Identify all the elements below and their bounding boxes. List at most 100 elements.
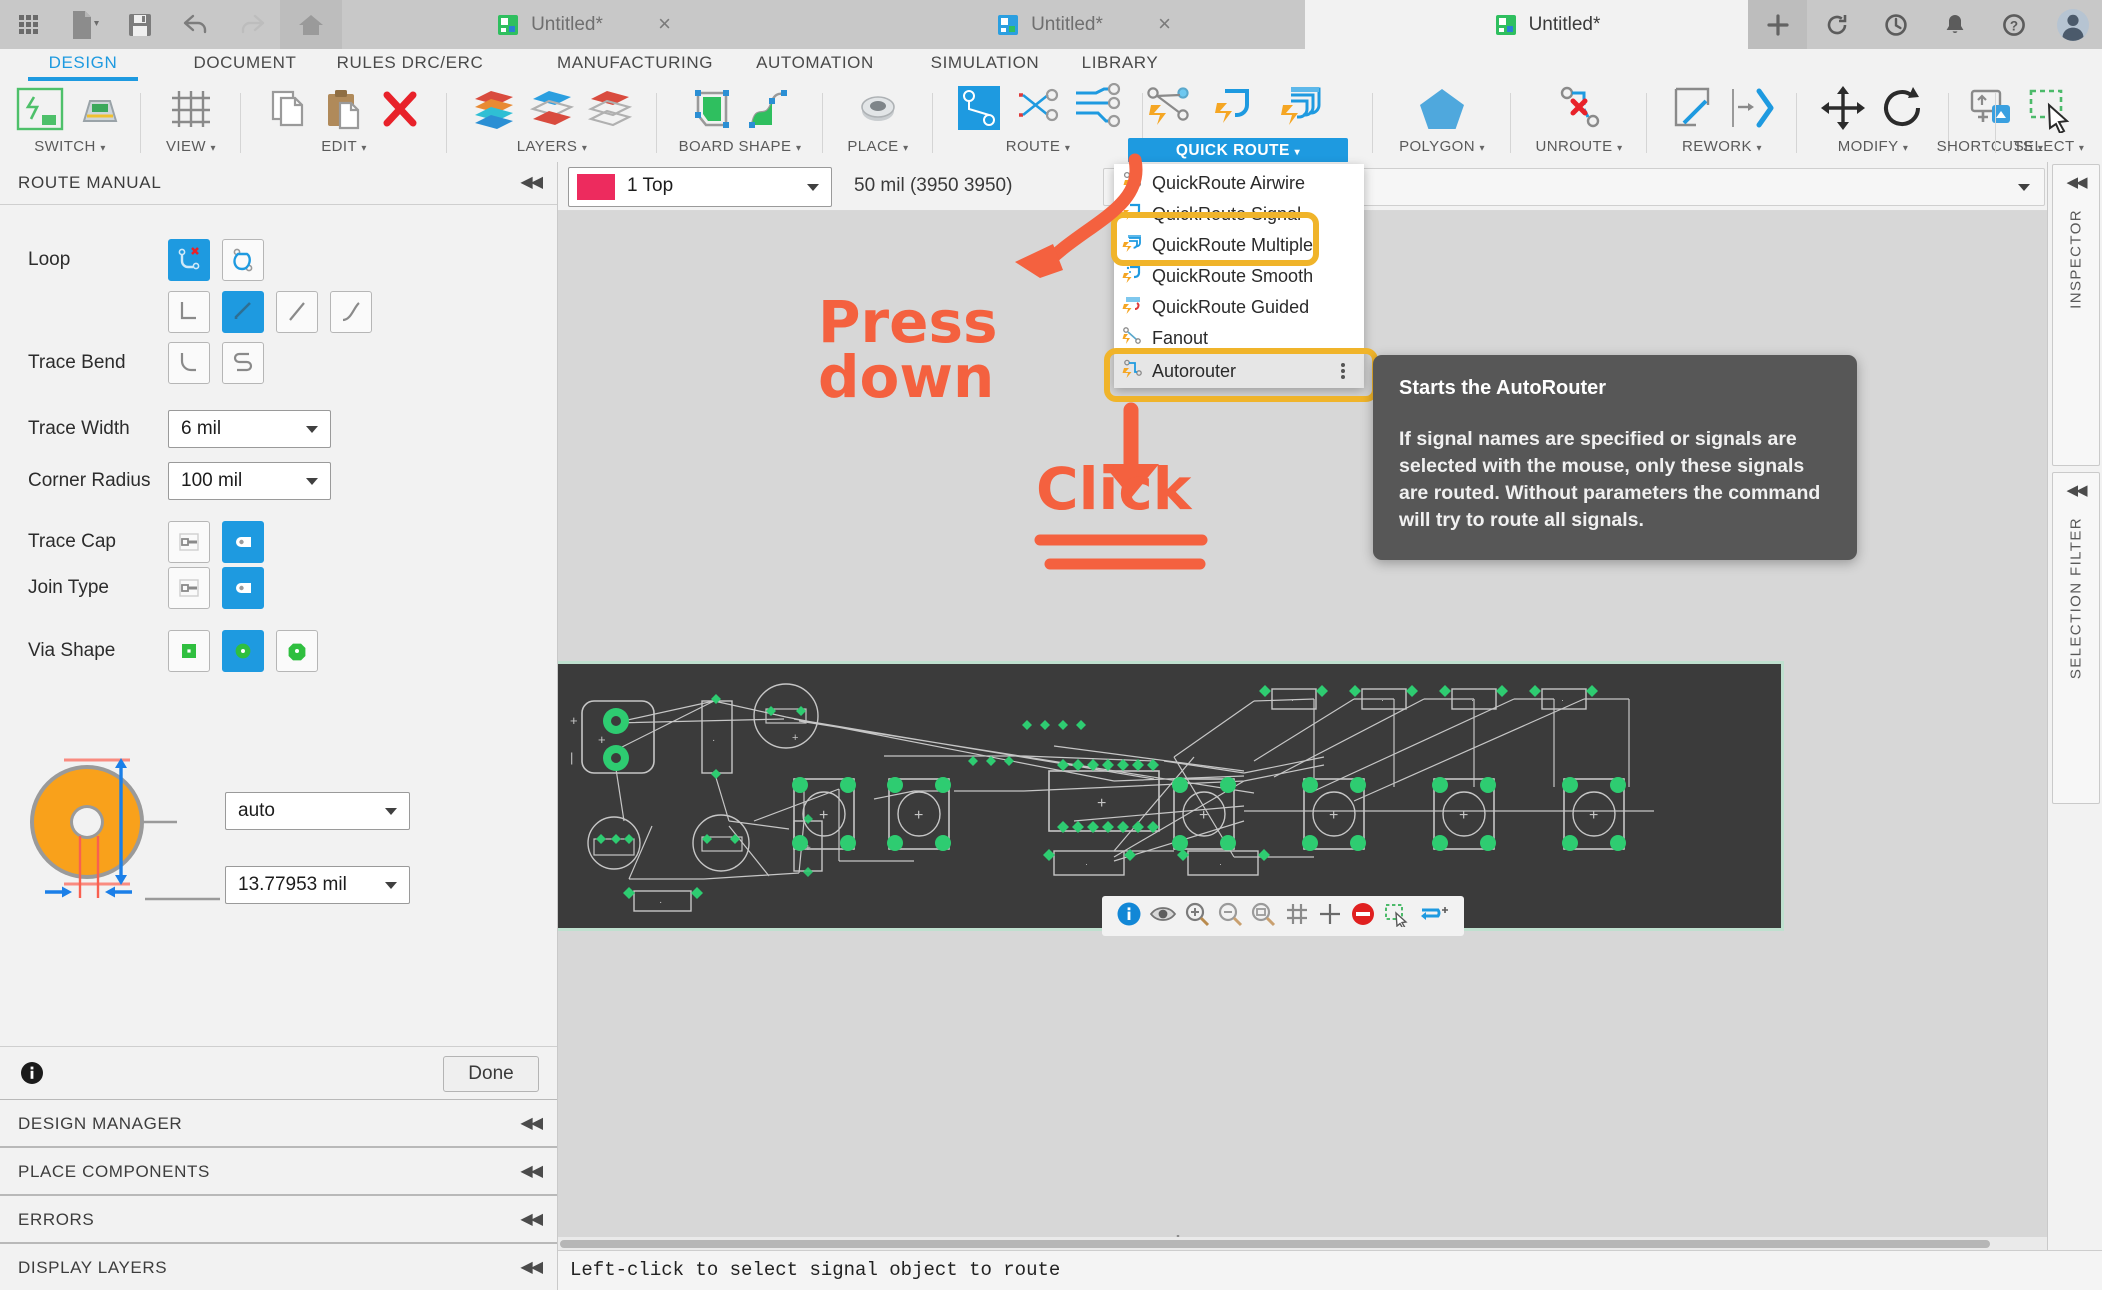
ribbon-tab-rules[interactable]: RULES DRC/ERC — [300, 49, 520, 81]
cap-flat-icon[interactable] — [168, 521, 210, 563]
quickroute-airwire-icon[interactable] — [1139, 83, 1201, 138]
redo-icon[interactable] — [224, 0, 280, 49]
ribbon-group-label[interactable]: BOARD SHAPE ▾ — [662, 138, 818, 158]
canvas-horizontal-scrollbar[interactable] — [558, 1237, 2048, 1251]
document-tab-2[interactable]: Untitled* × — [909, 0, 1191, 49]
active-layer-select[interactable]: 1 Top — [568, 167, 832, 207]
crosshair-icon[interactable] — [1317, 901, 1343, 932]
refresh-icon[interactable] — [1807, 0, 1866, 49]
loop-keep-icon[interactable] — [222, 239, 264, 281]
place-component-icon[interactable] — [853, 85, 903, 138]
collapse-left-icon[interactable]: ◀◀ — [520, 172, 541, 192]
cap-round-icon[interactable] — [222, 521, 264, 563]
corner-radius-select[interactable]: 100 mil — [168, 462, 331, 500]
ribbon-group-label[interactable]: UNROUTE ▾ — [1516, 138, 1642, 158]
close-icon[interactable]: × — [658, 15, 671, 33]
join-flat-icon[interactable] — [168, 567, 210, 609]
collapse-left-icon[interactable]: ◀◀ — [520, 1161, 541, 1181]
apps-grid-icon[interactable] — [0, 0, 56, 49]
collapse-left-icon[interactable]: ◀◀ — [520, 1209, 541, 1229]
via-round-icon[interactable] — [222, 630, 264, 672]
route-trace-icon[interactable] — [954, 83, 1004, 138]
via-square-icon[interactable] — [168, 630, 210, 672]
ribbon-group-label[interactable]: POLYGON ▾ — [1378, 138, 1506, 158]
paste-icon[interactable] — [320, 85, 368, 138]
board-curve-icon[interactable] — [744, 85, 792, 138]
document-tab-1[interactable]: Untitled* × — [409, 0, 691, 49]
move-icon[interactable] — [1817, 83, 1869, 138]
visibility-eye-icon[interactable] — [1149, 903, 1177, 930]
ribbon-tab-library[interactable]: LIBRARY — [1040, 49, 1200, 81]
accordion-display-layers[interactable]: DISPLAY LAYERS ◀◀ — [0, 1243, 557, 1290]
layer-stack-icon[interactable] — [469, 85, 519, 138]
document-tab-3[interactable]: Untitled* × — [1305, 0, 1790, 49]
grid-icon[interactable] — [1284, 901, 1310, 932]
save-icon[interactable] — [112, 0, 168, 49]
ribbon-group-label[interactable]: EDIT ▾ — [246, 138, 442, 158]
pcb-board-view[interactable]: + + | · + — [558, 661, 1784, 931]
layer-display-icon[interactable] — [585, 85, 635, 138]
ribbon-group-label[interactable]: LAYERS ▾ — [452, 138, 652, 158]
accordion-design-manager[interactable]: DESIGN MANAGER ◀◀ — [0, 1099, 557, 1147]
home-icon[interactable] — [280, 0, 342, 49]
menu-item-autorouter[interactable]: Autorouter — [1114, 354, 1364, 388]
inspector-panel-collapsed[interactable]: ◀◀ INSPECTOR — [2052, 164, 2100, 466]
quickroute-multiple-icon[interactable] — [1275, 83, 1337, 138]
rework-bend-icon[interactable] — [1726, 83, 1778, 138]
help-icon[interactable]: ? — [1984, 0, 2043, 49]
layer-select-icon[interactable] — [527, 85, 577, 138]
delete-icon[interactable] — [376, 85, 424, 138]
via-octagon-icon[interactable] — [276, 630, 318, 672]
notifications-bell-icon[interactable] — [1925, 0, 1984, 49]
bend-curve-icon[interactable] — [330, 291, 372, 333]
select-marquee-icon[interactable] — [2023, 83, 2075, 138]
switch-to-board-icon[interactable] — [74, 85, 126, 138]
done-button[interactable]: Done — [443, 1056, 539, 1092]
zoom-in-icon[interactable] — [1184, 901, 1210, 932]
via-diameter-select[interactable]: auto — [225, 792, 410, 830]
overflow-menu-icon[interactable] — [1340, 361, 1346, 381]
new-document-icon[interactable] — [56, 0, 112, 49]
marquee-select-icon[interactable] — [1383, 901, 1411, 932]
ribbon-tab-design[interactable]: DESIGN — [18, 49, 148, 81]
ratsnest-icon[interactable] — [1012, 83, 1062, 138]
user-avatar-icon[interactable] — [2043, 0, 2102, 49]
grid-view-icon[interactable] — [166, 85, 216, 138]
trace-width-select[interactable]: 6 mil — [168, 410, 331, 448]
copy-icon[interactable] — [264, 85, 312, 138]
quickroute-signal-icon[interactable] — [1209, 83, 1267, 138]
new-tab-button[interactable] — [1748, 0, 1807, 49]
via-drill-select[interactable]: 13.77953 mil — [225, 866, 410, 904]
zoom-fit-icon[interactable] — [1250, 901, 1276, 932]
board-outline-icon[interactable] — [688, 85, 736, 138]
collapse-right-icon[interactable]: ◀◀ — [2066, 173, 2085, 191]
ribbon-group-label[interactable]: SWITCH ▾ — [4, 138, 136, 158]
selection-filter-panel-collapsed[interactable]: ◀◀ SELECTION FILTER — [2052, 472, 2100, 804]
bend-s-icon[interactable] — [222, 342, 264, 384]
bend-45-icon[interactable] — [222, 291, 264, 333]
ribbon-group-label[interactable]: SELECT ▾ — [1999, 138, 2099, 158]
ribbon-group-label[interactable]: PLACE ▾ — [828, 138, 928, 158]
no-entry-icon[interactable] — [1350, 901, 1376, 932]
chevron-down-icon[interactable] — [2018, 184, 2030, 191]
bend-arc-icon[interactable] — [168, 342, 210, 384]
collapse-right-icon[interactable]: ◀◀ — [2066, 481, 2085, 499]
ribbon-group-label[interactable]: REWORK ▾ — [1652, 138, 1792, 158]
collapse-left-icon[interactable]: ◀◀ — [520, 1113, 541, 1133]
info-icon[interactable] — [1116, 901, 1142, 932]
flip-board-icon[interactable] — [1418, 901, 1450, 932]
accordion-errors[interactable]: ERRORS ◀◀ — [0, 1195, 557, 1243]
bend-90-icon[interactable] — [168, 291, 210, 333]
accordion-place-components[interactable]: PLACE COMPONENTS ◀◀ — [0, 1147, 557, 1195]
join-round-icon[interactable] — [222, 567, 264, 609]
polygon-icon[interactable] — [1414, 83, 1470, 138]
unroute-icon[interactable] — [1551, 83, 1607, 138]
ribbon-group-label[interactable]: VIEW ▾ — [146, 138, 236, 158]
rework-miter-icon[interactable] — [1666, 83, 1718, 138]
collapse-left-icon[interactable]: ◀◀ — [520, 1257, 541, 1277]
loop-remove-icon[interactable] — [168, 239, 210, 281]
undo-icon[interactable] — [168, 0, 224, 49]
info-icon[interactable] — [20, 1061, 44, 1090]
close-icon[interactable]: × — [1158, 15, 1171, 33]
recent-icon[interactable] — [1866, 0, 1925, 49]
